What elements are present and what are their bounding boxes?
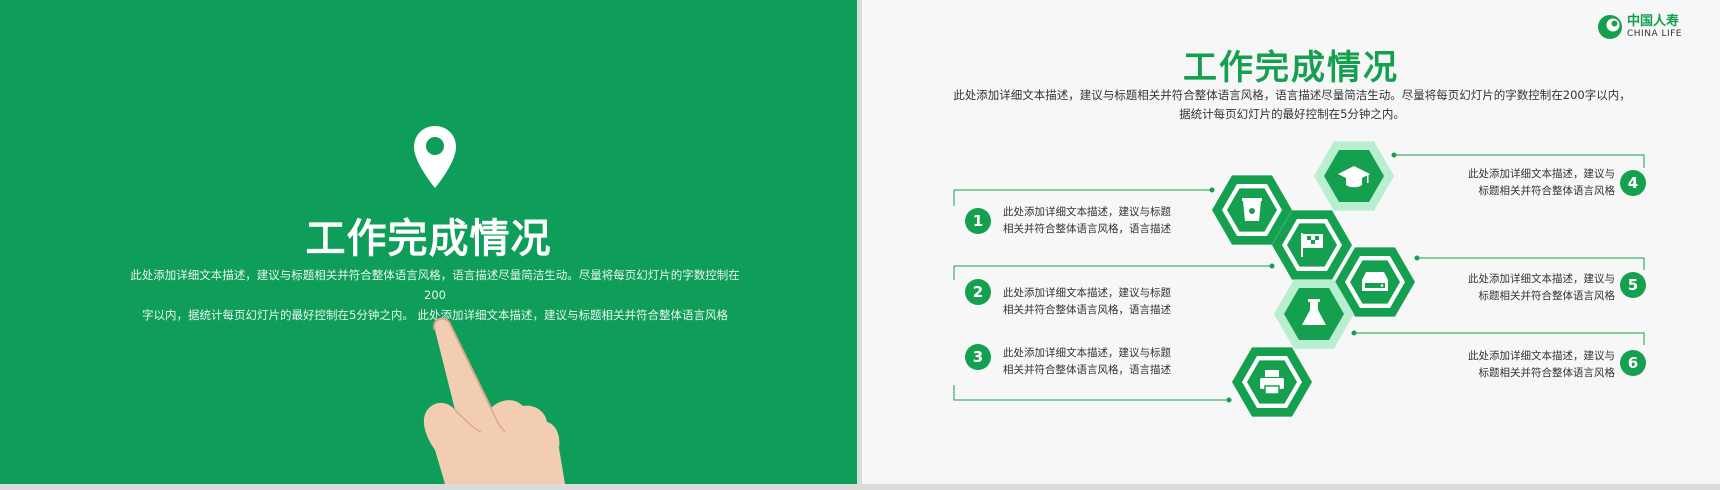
item-3-text: 此处添加详细文本描述，建议与标题 相关并符合整体语言风格，语言描述 xyxy=(1003,345,1183,379)
item-1-text: 此处添加详细文本描述，建议与标题 相关并符合整体语言风格，语言描述 xyxy=(1003,204,1183,238)
location-pin-icon xyxy=(414,126,456,188)
badge-3: 3 xyxy=(965,344,991,370)
badge-5: 5 xyxy=(1620,272,1646,298)
badge-6: 6 xyxy=(1620,350,1646,376)
item-3-line-1: 此处添加详细文本描述，建议与标题 xyxy=(1003,347,1171,359)
slide-left[interactable]: 工作完成情况 此处添加详细文本描述，建议与标题相关并符合整体语言风格，语言描述尽… xyxy=(0,0,857,484)
pointing-hand-image xyxy=(423,317,565,484)
item-4-text: 此处添加详细文本描述，建议与 标题相关并符合整体语言风格 xyxy=(1450,166,1615,200)
item-2-text: 此处添加详细文本描述，建议与标题 相关并符合整体语言风格，语言描述 xyxy=(1003,285,1183,319)
item-2-line-2: 相关并符合整体语言风格，语言描述 xyxy=(1003,304,1171,316)
item-5-line-2: 标题相关并符合整体语言风格 xyxy=(1478,290,1616,302)
hexagon-printer xyxy=(1232,347,1312,417)
item-1-line-1: 此处添加详细文本描述，建议与标题 xyxy=(1003,206,1171,218)
drive-icon xyxy=(1362,272,1388,291)
left-desc-line-1: 此处添加详细文本描述，建议与标题相关并符合整体语言风格，语言描述尽量简洁生动。尽… xyxy=(130,268,740,302)
item-6-text: 此处添加详细文本描述，建议与 标题相关并符合整体语言风格 xyxy=(1450,348,1615,382)
badge-4: 4 xyxy=(1620,170,1646,196)
item-5-line-1: 此处添加详细文本描述，建议与 xyxy=(1468,273,1615,285)
item-5-text: 此处添加详细文本描述，建议与 标题相关并符合整体语言风格 xyxy=(1450,271,1615,305)
item-2-line-1: 此处添加详细文本描述，建议与标题 xyxy=(1003,287,1171,299)
hexagon-graduation-cap xyxy=(1314,141,1394,211)
item-4-line-2: 标题相关并符合整体语言风格 xyxy=(1478,185,1616,197)
badge-1: 1 xyxy=(965,208,991,234)
item-1-line-2: 相关并符合整体语言风格，语言描述 xyxy=(1003,223,1171,235)
slide-right[interactable]: 中国人寿 CHINA LIFE 工作完成情况 此处添加详细文本描述，建议与标题相… xyxy=(862,0,1720,484)
item-6-line-2: 标题相关并符合整体语言风格 xyxy=(1478,367,1616,379)
item-6-line-1: 此处添加详细文本描述，建议与 xyxy=(1468,350,1615,362)
hexagon-diagram xyxy=(953,141,1645,417)
left-title: 工作完成情况 xyxy=(305,216,552,262)
item-4-line-1: 此处添加详细文本描述，建议与 xyxy=(1468,168,1615,180)
item-3-line-2: 相关并符合整体语言风格，语言描述 xyxy=(1003,364,1171,376)
badge-2: 2 xyxy=(965,279,991,305)
mug-icon xyxy=(1242,198,1262,221)
